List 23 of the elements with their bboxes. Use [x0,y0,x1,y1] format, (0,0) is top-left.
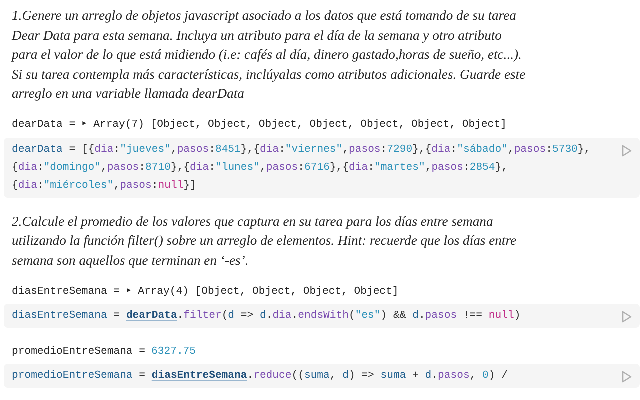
expand-toggle[interactable]: ▸ [126,282,132,300]
output-name: dearData = [12,118,76,133]
code-line: diasEntreSemana = dearData.filter(d => d.dia.endsWith("es") && d.pasos !== null) [12,309,522,324]
cell-reference-link[interactable]: diasEntreSemana [152,370,248,382]
output-value: 6327.75 [152,344,196,360]
code-line: promedioEntreSemana = diasEntreSemana.reduce((suma, d) => suma + d.pasos, 0) / [12,369,509,384]
code-cell[interactable]: diasEntreSemana = dearData.filter(d => d.dia.endsWith("es") && d.pasos !== null) [4,304,640,328]
code-line: dearData = [{dia:"jueves",pasos:8451},{dia:"viernes",pasos:7290},{dia:"sábado",pasos:5730}, [12,142,592,158]
output-name: promedioEntreSemana = [12,344,146,360]
code-cell[interactable]: dearData = [{dia:"jueves",pasos:8451},{dia:"viernes",pasos:7290},{dia:"sábado",pasos:5730}, {dia:"domingo",pasos:8710},{dia:"lunes",pasos:6716},{dia:"martes",pasos:2854}, {dia:"miércoles",pasos:null}] [4,138,640,198]
play-icon[interactable] [622,144,632,156]
play-icon[interactable] [622,311,632,323]
output-value: Array(4) [Object, Object, Object, Object] [138,284,399,300]
code-line: {dia:"miércoles",pasos:null}] [12,178,198,194]
cell-reference-link[interactable]: dearData [126,310,178,322]
output-name: diasEntreSemana = [12,284,120,300]
output-value: Array(7) [Object, Object, Object, Object, Object, Object, Object] [94,118,507,133]
play-icon[interactable] [622,371,632,383]
code-line: {dia:"domingo",pasos:8710},{dia:"lunes",pasos:6716},{dia:"martes",pasos:2854}, [12,160,509,176]
expand-toggle[interactable]: ▸ [82,116,88,134]
paragraph: 2.Calcule el promedio de los valores que captura en su tarea para los días entre semana utilizando la función filter() sobre un arreglo de elementos. Hint: recuerde que los días entre semana son aquellos que terminan en ‘-es’. [12,212,518,270]
code-cell[interactable]: promedioEntreSemana = diasEntreSemana.reduce((suma, d) => suma + d.pasos, 0) / [4,364,640,388]
paragraph: 1.Genere un arreglo de objetos javascript asociado a los datos que está tomando de su tarea Dear Data para esta semana. Incluya un atributo para el día de la semana y otro atributo para el valor de lo que está midiendo (i.e: cafés al día, dinero gastado,horas de sueño, etc...). Si su tarea contempla más características, inclúyalas como atributos adicionales. Guarde este arreglo en una variable llamada dearData [12,7,527,103]
